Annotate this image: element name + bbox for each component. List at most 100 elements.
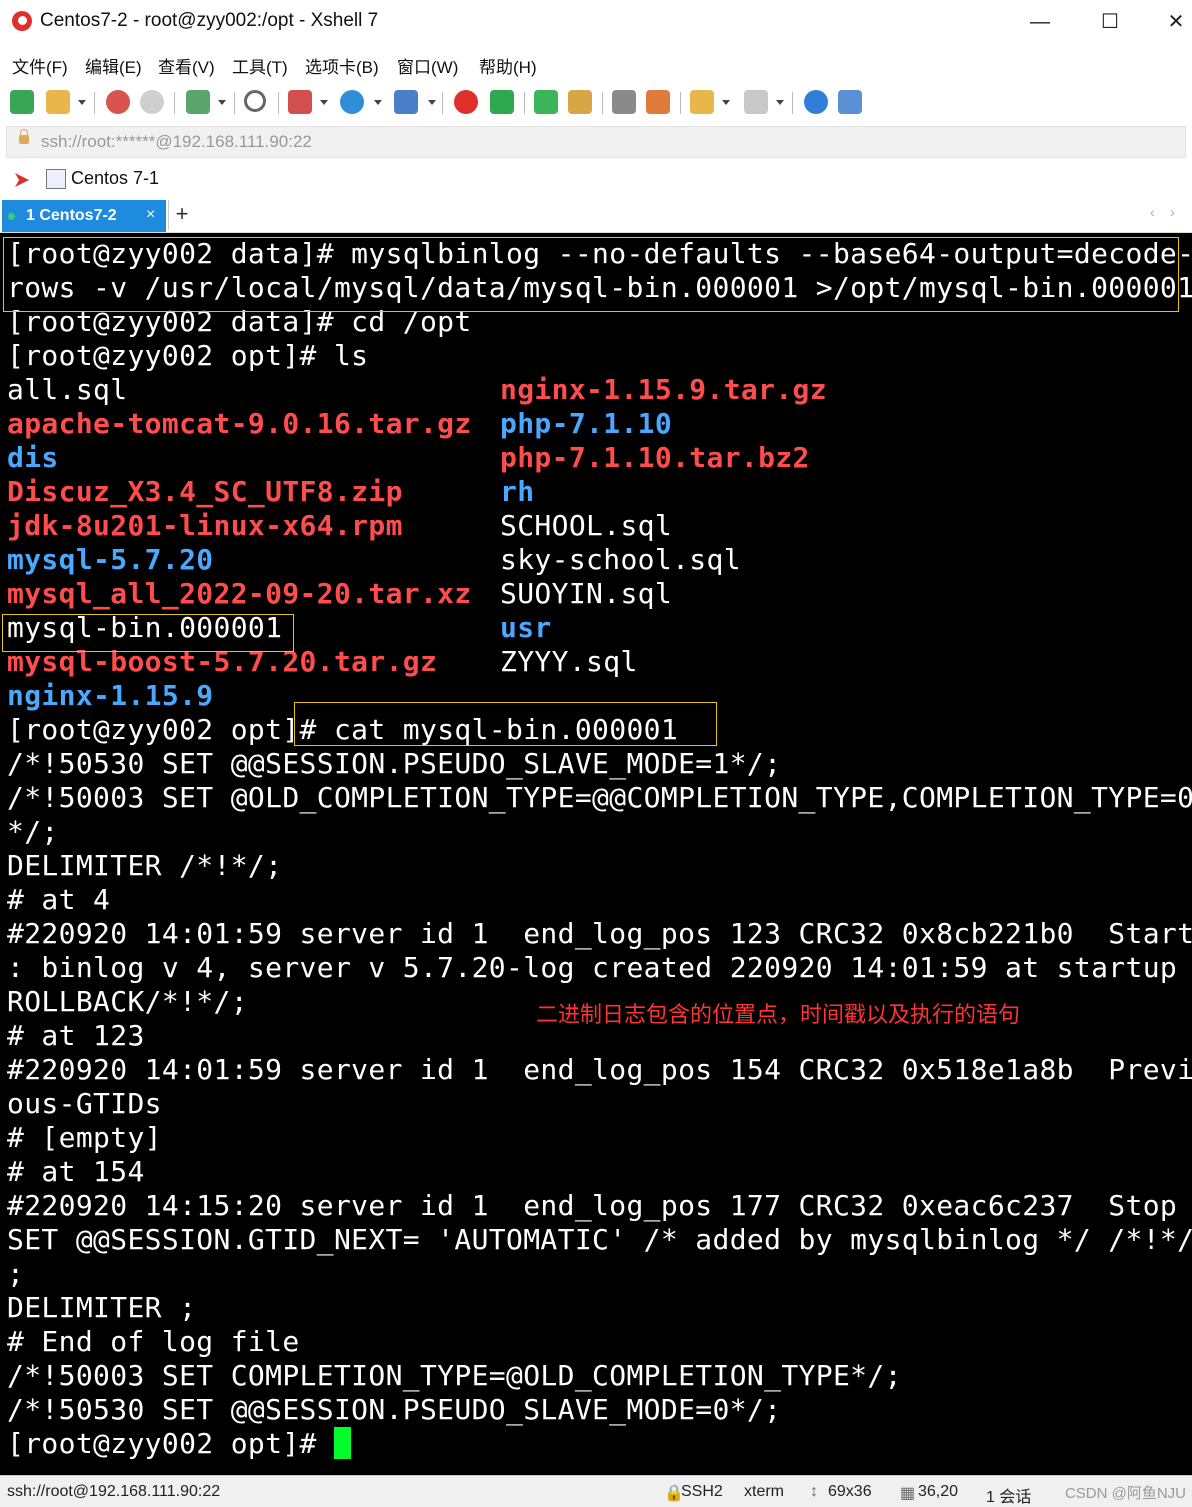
menu-tabs[interactable]: 选项卡(B) bbox=[305, 53, 379, 78]
layout-dropdown-icon[interactable] bbox=[776, 100, 784, 105]
session-icon bbox=[46, 169, 66, 189]
transfer-icon[interactable] bbox=[288, 90, 312, 114]
ls-entry: sky-school.sql bbox=[500, 543, 741, 576]
properties-dropdown-icon[interactable] bbox=[218, 100, 226, 105]
output-line: DELIMITER /*!*/; bbox=[7, 849, 283, 882]
session-link[interactable]: Centos 7-1 bbox=[71, 168, 159, 189]
globe-dropdown-icon[interactable] bbox=[374, 100, 382, 105]
minimize-button[interactable]: — bbox=[1020, 6, 1060, 38]
output-line: */; bbox=[7, 815, 59, 848]
font-icon[interactable] bbox=[394, 90, 418, 114]
file-highlight-box bbox=[2, 614, 294, 652]
folder-dropdown-icon[interactable] bbox=[722, 100, 730, 105]
ls-entry: apache-tomcat-9.0.16.tar.gz bbox=[7, 407, 472, 440]
terminal-line: [root@zyy002 opt]# bbox=[7, 1427, 351, 1461]
toolbar-separator bbox=[174, 92, 175, 114]
font-dropdown-icon[interactable] bbox=[428, 100, 436, 105]
tab-centos7-2[interactable]: 1 Centos7-2 × bbox=[2, 200, 166, 232]
chat-icon[interactable] bbox=[838, 90, 862, 114]
size-icon: ↕ bbox=[810, 1483, 818, 1500]
window-title: Centos7-2 - root@zyy002:/opt - Xshell 7 bbox=[40, 10, 379, 31]
output-line: # at 4 bbox=[7, 883, 111, 916]
xshell-logo-icon bbox=[12, 11, 32, 31]
final-prompt: [root@zyy002 opt]# bbox=[7, 1427, 334, 1460]
output-line: SET @@SESSION.GTID_NEXT= 'AUTOMATIC' /* … bbox=[7, 1223, 1192, 1256]
help-icon[interactable] bbox=[804, 90, 828, 114]
tab-bar: 1 Centos7-2 × + ‹ › bbox=[0, 198, 1192, 233]
status-cursor-pos: 36,20 bbox=[918, 1483, 959, 1500]
new-folder-icon[interactable] bbox=[690, 90, 714, 114]
properties-icon[interactable] bbox=[186, 90, 210, 114]
toolbar bbox=[0, 82, 1192, 122]
output-line: # at 154 bbox=[7, 1155, 145, 1188]
ls-entry: SUOYIN.sql bbox=[500, 577, 673, 610]
fullscreen-icon[interactable] bbox=[534, 90, 558, 114]
toolbar-separator bbox=[524, 92, 525, 114]
ls-entry: nginx-1.15.9.tar.gz bbox=[500, 373, 827, 406]
status-size: 69x36 bbox=[828, 1483, 872, 1500]
terminal-cursor bbox=[333, 1427, 351, 1459]
add-tab-button[interactable]: + bbox=[168, 200, 195, 230]
status-term: xterm bbox=[744, 1483, 784, 1500]
close-button[interactable]: ✕ bbox=[1160, 6, 1192, 38]
tab-close-icon[interactable]: × bbox=[146, 206, 155, 224]
ls-entry: usr bbox=[500, 611, 552, 644]
transfer-dropdown-icon[interactable] bbox=[320, 100, 328, 105]
menu-edit[interactable]: 编辑(E) bbox=[85, 53, 142, 78]
output-line: ; bbox=[7, 1257, 25, 1290]
command-highlight-box bbox=[3, 237, 1179, 312]
status-connection: ssh://root@192.168.111.90:22 bbox=[7, 1483, 221, 1500]
toolbar-separator bbox=[792, 92, 793, 114]
output-line: # [empty] bbox=[7, 1121, 162, 1154]
ls-entry: SCHOOL.sql bbox=[500, 509, 673, 542]
output-line: #220920 14:01:59 server id 1 end_log_pos… bbox=[7, 917, 1192, 950]
new-session-icon[interactable] bbox=[10, 90, 34, 114]
ls-entry: all.sql bbox=[7, 373, 128, 406]
toolbar-separator bbox=[602, 92, 603, 114]
open-folder-icon[interactable] bbox=[46, 90, 70, 114]
address-bar: ssh://root:******@192.168.111.90:22 bbox=[0, 122, 1192, 160]
ls-entry: ZYYY.sql bbox=[500, 645, 638, 678]
terminal-line: [root@zyy002 opt]# ls bbox=[7, 339, 369, 372]
watermark: CSDN @阿鱼NJU bbox=[1064, 1485, 1186, 1502]
disconnect-icon[interactable] bbox=[140, 90, 164, 114]
ls-entry: nginx-1.15.9 bbox=[7, 679, 214, 712]
output-line: DELIMITER ; bbox=[7, 1291, 197, 1324]
connected-status-icon bbox=[8, 213, 15, 220]
ls-entry: php-7.1.10.tar.bz2 bbox=[500, 441, 810, 474]
maximize-button[interactable]: ☐ bbox=[1090, 6, 1130, 38]
output-line: # End of log file bbox=[7, 1325, 300, 1358]
ls-entry: php-7.1.10 bbox=[500, 407, 673, 440]
tab-prev-icon[interactable]: ‹ bbox=[1150, 204, 1155, 220]
keyboard-icon[interactable] bbox=[612, 90, 636, 114]
open-dropdown-icon[interactable] bbox=[78, 100, 86, 105]
menu-view[interactable]: 查看(V) bbox=[158, 53, 215, 78]
layout-icon[interactable] bbox=[744, 90, 768, 114]
prompt: [root@zyy002 opt] bbox=[7, 713, 300, 746]
menu-tools[interactable]: 工具(T) bbox=[232, 53, 288, 78]
address-field[interactable]: ssh://root:******@192.168.111.90:22 bbox=[6, 126, 1186, 158]
cat-highlight-box bbox=[294, 702, 717, 746]
xftp-icon[interactable] bbox=[490, 90, 514, 114]
menu-file[interactable]: 文件(F) bbox=[12, 53, 68, 78]
tab-next-icon[interactable]: › bbox=[1170, 204, 1175, 220]
output-line: #220920 14:01:59 server id 1 end_log_pos… bbox=[7, 1053, 1192, 1086]
toolbar-separator bbox=[442, 92, 443, 114]
xshell-icon[interactable] bbox=[454, 90, 478, 114]
address-text: ssh://root:******@192.168.111.90:22 bbox=[41, 132, 312, 151]
toolbar-separator bbox=[278, 92, 279, 114]
bookmark-arrow-icon[interactable] bbox=[12, 170, 32, 190]
ls-entry: mysql_all_2022-09-20.tar.xz bbox=[7, 577, 472, 610]
globe-icon[interactable] bbox=[340, 90, 364, 114]
menu-window[interactable]: 窗口(W) bbox=[397, 53, 458, 78]
output-line: ous-GTIDs bbox=[7, 1087, 162, 1120]
toolbar-separator bbox=[94, 92, 95, 114]
terminal-pane[interactable]: [root@zyy002 data]# mysqlbinlog --no-def… bbox=[0, 233, 1192, 1475]
tab-label: 1 Centos7-2 bbox=[26, 207, 117, 224]
highlight-icon[interactable] bbox=[646, 90, 670, 114]
toolbar-separator bbox=[680, 92, 681, 114]
menu-help[interactable]: 帮助(H) bbox=[479, 53, 537, 78]
find-icon[interactable] bbox=[244, 90, 266, 112]
lock-screen-icon[interactable] bbox=[568, 90, 592, 114]
connect-icon[interactable] bbox=[106, 90, 130, 114]
